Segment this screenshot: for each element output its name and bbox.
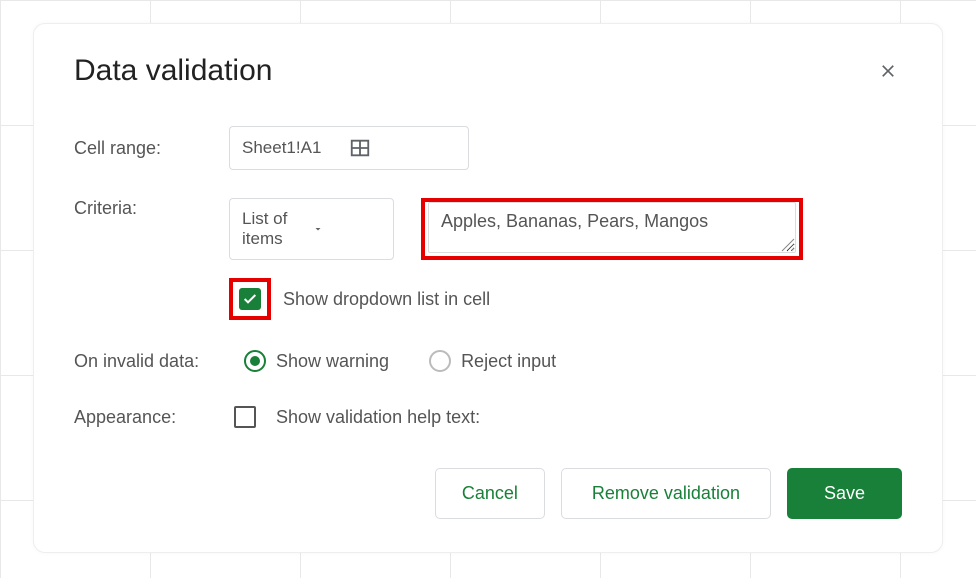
radio-show-warning[interactable] <box>244 350 266 372</box>
close-icon[interactable] <box>874 57 902 85</box>
grid-icon[interactable] <box>349 137 456 159</box>
dialog-header: Data validation <box>74 54 902 88</box>
save-button[interactable]: Save <box>787 468 902 519</box>
cell-range-label: Cell range: <box>74 138 229 159</box>
chevron-down-icon <box>312 223 382 235</box>
invalid-data-row: On invalid data: Show warning Reject inp… <box>74 350 902 372</box>
criteria-row: Criteria: List of items Apples, Bananas,… <box>74 198 902 260</box>
appearance-checkbox[interactable] <box>234 406 256 428</box>
cell-range-input[interactable]: Sheet1!A1 <box>229 126 469 170</box>
criteria-items-input[interactable]: Apples, Bananas, Pears, Mangos <box>428 202 796 253</box>
radio-reject-input[interactable] <box>429 350 451 372</box>
show-dropdown-label: Show dropdown list in cell <box>283 289 490 310</box>
show-dropdown-checkbox[interactable] <box>239 288 261 310</box>
appearance-row: Appearance: Show validation help text: <box>74 406 902 428</box>
cell-range-row: Cell range: Sheet1!A1 <box>74 126 902 170</box>
criteria-items-highlight: Apples, Bananas, Pears, Mangos <box>421 198 803 260</box>
radio-reject-input-group[interactable]: Reject input <box>429 350 556 372</box>
cancel-button[interactable]: Cancel <box>435 468 545 519</box>
dialog-footer: Cancel Remove validation Save <box>74 468 902 519</box>
remove-validation-button[interactable]: Remove validation <box>561 468 771 519</box>
criteria-label: Criteria: <box>74 198 229 219</box>
radio-show-warning-label: Show warning <box>276 351 389 372</box>
criteria-items-value: Apples, Bananas, Pears, Mangos <box>441 211 708 231</box>
radio-show-warning-group[interactable]: Show warning <box>244 350 389 372</box>
data-validation-dialog: Data validation Cell range: Sheet1!A1 Cr… <box>33 23 943 553</box>
show-dropdown-checkbox-highlight <box>229 278 271 320</box>
resize-handle-icon[interactable] <box>781 238 795 252</box>
invalid-data-label: On invalid data: <box>74 351 244 372</box>
criteria-selected-value: List of items <box>242 209 312 249</box>
appearance-label: Appearance: <box>74 407 234 428</box>
criteria-dropdown[interactable]: List of items <box>229 198 394 260</box>
dialog-title: Data validation <box>74 54 272 88</box>
show-dropdown-row: Show dropdown list in cell <box>229 278 902 320</box>
radio-reject-input-label: Reject input <box>461 351 556 372</box>
appearance-help-text-label: Show validation help text: <box>276 407 480 428</box>
cell-range-value: Sheet1!A1 <box>242 138 349 158</box>
